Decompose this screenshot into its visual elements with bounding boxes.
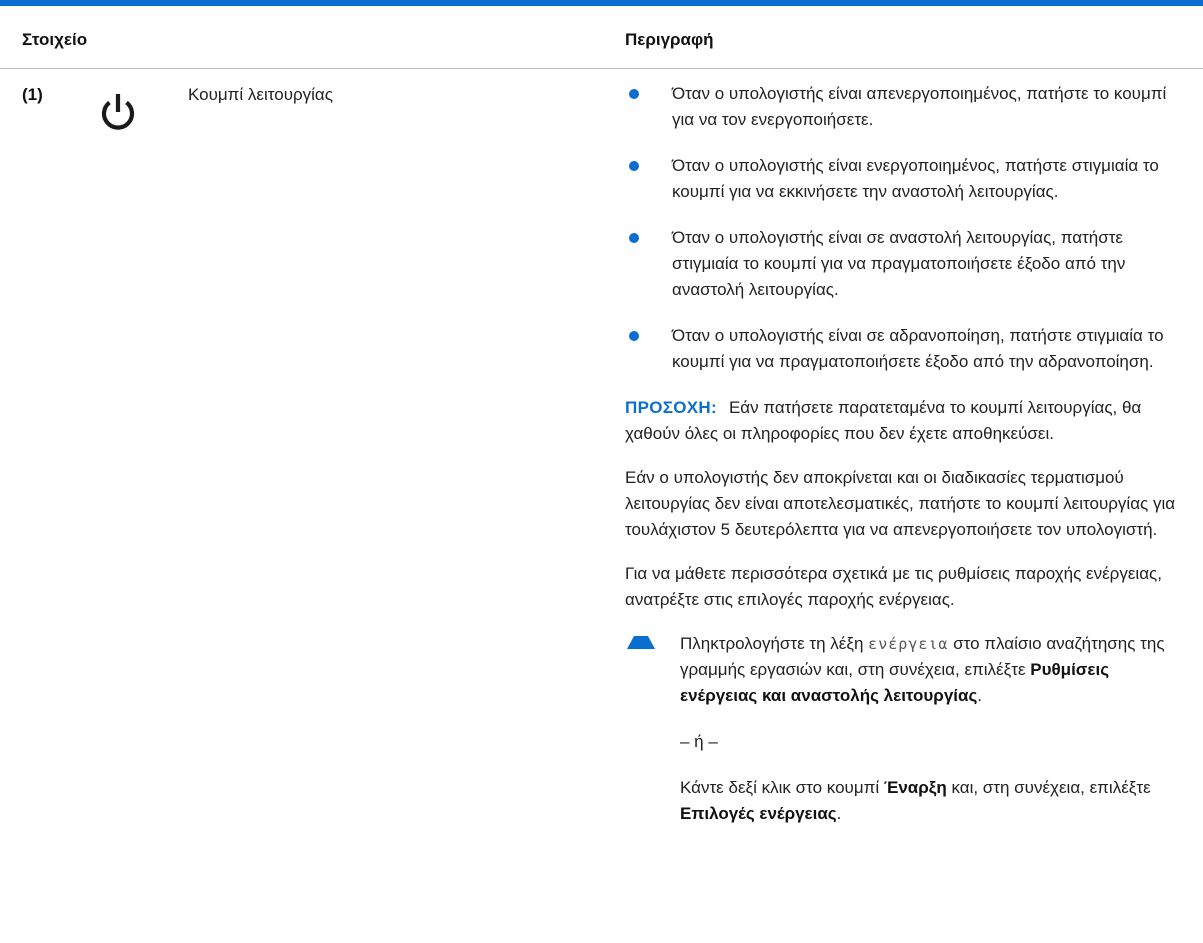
- step-text-part: .: [977, 686, 983, 705]
- bullet-dot-icon: [629, 161, 639, 171]
- step-item: Πληκτρολογήστε τη λέξη ενέργεια στο πλαί…: [625, 631, 1185, 827]
- list-item: Όταν ο υπολογιστής είναι απενεργοποιημέν…: [625, 81, 1185, 133]
- bullet-text: Όταν ο υπολογιστής είναι απενεργοποιημέν…: [672, 84, 1167, 129]
- bullet-text: Όταν ο υπολογιστής είναι σε αναστολή λει…: [672, 228, 1126, 299]
- bullet-dot-icon: [629, 233, 639, 243]
- step-text-part: Πληκτρολογήστε τη λέξη: [680, 634, 869, 653]
- search-keyword: ενέργεια: [868, 635, 949, 653]
- more-info-paragraph: Για να μάθετε περισσότερα σχετικά με τις…: [625, 564, 1162, 609]
- caution-label: ΠΡΟΣΟΧΗ:: [625, 398, 717, 417]
- unresponsive-paragraph: Εάν ο υπολογιστής δεν αποκρίνεται και οι…: [625, 468, 1176, 539]
- power-icon: [101, 94, 135, 130]
- row-number: (1): [22, 85, 43, 104]
- start-button-label: Έναρξη: [883, 778, 947, 797]
- or-separator: – ή –: [680, 732, 718, 751]
- list-item: Όταν ο υπολογιστής είναι ενεργοποιημένος…: [625, 153, 1185, 205]
- bullet-text: Όταν ο υπολογιστής είναι σε αδρανοποίηση…: [672, 326, 1164, 371]
- header-component: Στοιχείο: [22, 30, 88, 49]
- caution-note: ΠΡΟΣΟΧΗ: Εάν πατήσετε παρατεταμένα το κου…: [625, 395, 1185, 447]
- step-text-part: και, στη συνέχεια, επιλέξτε: [946, 778, 1151, 797]
- step-text-part: Κάντε δεξί κλικ στο κουμπί: [680, 778, 884, 797]
- step-body: Πληκτρολογήστε τη λέξη ενέργεια στο πλαί…: [680, 631, 1185, 827]
- list-item: Όταν ο υπολογιστής είναι σε αναστολή λει…: [625, 225, 1185, 303]
- table-header: Στοιχείο Περιγραφή: [0, 6, 1203, 69]
- power-options-label: Επιλογές ενέργειας: [680, 804, 837, 823]
- bullet-dot-icon: [629, 89, 639, 99]
- bullet-dot-icon: [629, 331, 639, 341]
- step-text: Πληκτρολογήστε τη λέξη ενέργεια στο πλαί…: [680, 631, 1185, 709]
- header-description: Περιγραφή: [625, 30, 714, 49]
- component-name: Κουμπί λειτουργίας: [188, 85, 333, 104]
- step-triangle-icon: [627, 636, 655, 649]
- step-text-part: .: [836, 804, 842, 823]
- bullet-text: Όταν ο υπολογιστής είναι ενεργοποιημένος…: [672, 156, 1159, 201]
- alt-step-text: Κάντε δεξί κλικ στο κουμπί Έναρξη και, σ…: [680, 775, 1185, 827]
- list-item: Όταν ο υπολογιστής είναι σε αδρανοποίηση…: [625, 323, 1185, 375]
- description: Όταν ο υπολογιστής είναι απενεργοποιημέν…: [625, 81, 1185, 827]
